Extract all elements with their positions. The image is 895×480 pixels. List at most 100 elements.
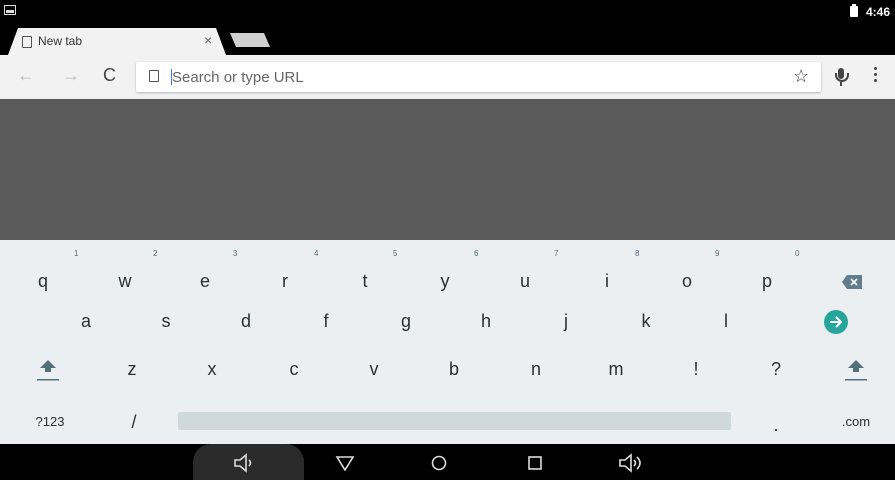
- key-o[interactable]: o: [662, 262, 712, 300]
- tab-title: New tab: [38, 34, 83, 48]
- go-arrow-icon: [824, 310, 848, 335]
- key-label: .com: [841, 414, 871, 429]
- key-label: a: [80, 311, 91, 331]
- home-icon[interactable]: [430, 454, 448, 472]
- enter-key[interactable]: [812, 302, 860, 340]
- page-content: [0, 99, 895, 240]
- key-slash[interactable]: /: [110, 403, 158, 441]
- key-j[interactable]: j: [542, 302, 590, 340]
- omnibox[interactable]: ☆: [136, 62, 849, 92]
- key-label: m: [608, 359, 624, 379]
- tab-strip: New tab ×: [0, 24, 895, 55]
- forward-arrow-icon[interactable]: →: [62, 65, 80, 86]
- key-u[interactable]: u: [500, 262, 550, 300]
- key-label: f: [323, 311, 329, 331]
- key-v[interactable]: v: [350, 350, 398, 388]
- key-label: j: [564, 311, 568, 331]
- recents-icon[interactable]: [527, 455, 543, 471]
- key-t[interactable]: t: [340, 262, 390, 300]
- key-b[interactable]: b: [430, 350, 478, 388]
- key-y[interactable]: y: [420, 262, 470, 300]
- tab-close-icon[interactable]: ×: [204, 32, 212, 48]
- key-hint: 7: [554, 249, 559, 258]
- key-e[interactable]: e: [180, 262, 230, 300]
- battery-icon: [850, 4, 858, 17]
- key-q[interactable]: q: [18, 262, 68, 300]
- key-question[interactable]: ?: [752, 350, 800, 388]
- browser-toolbar: ← → C ☆: [0, 55, 895, 99]
- key-label: v: [369, 359, 379, 379]
- key-label: /: [131, 412, 137, 432]
- shift-icon: [37, 360, 59, 381]
- page-icon: [149, 70, 159, 82]
- microphone-icon[interactable]: [833, 68, 849, 86]
- key-label: o: [681, 271, 692, 291]
- key-hint: 2: [153, 249, 158, 258]
- volume-down-icon[interactable]: [233, 453, 257, 473]
- key-n[interactable]: n: [512, 350, 560, 388]
- key-w[interactable]: w: [100, 262, 150, 300]
- key-label: d: [240, 311, 251, 331]
- key-label: ?: [770, 359, 781, 379]
- backspace-key[interactable]: [824, 262, 880, 300]
- key-label: n: [530, 359, 541, 379]
- key-m[interactable]: m: [592, 350, 640, 388]
- key-label: b: [448, 359, 459, 379]
- key-h[interactable]: h: [462, 302, 510, 340]
- volume-up-icon[interactable]: [618, 453, 646, 473]
- bookmark-star-icon[interactable]: ☆: [793, 66, 809, 87]
- key-label: e: [199, 271, 210, 291]
- key-label: w: [118, 271, 132, 291]
- key-l[interactable]: l: [702, 302, 750, 340]
- key-label: s: [161, 311, 171, 331]
- key-label: t: [362, 271, 368, 291]
- key-k[interactable]: k: [622, 302, 670, 340]
- image-notification-icon: [4, 5, 16, 15]
- key-label: c: [289, 359, 299, 379]
- key-label: z: [127, 359, 137, 379]
- page-icon: [22, 36, 32, 48]
- key-x[interactable]: x: [188, 350, 236, 388]
- tab-new-tab[interactable]: New tab ×: [8, 28, 226, 55]
- key-i[interactable]: i: [582, 262, 632, 300]
- key-label: !: [693, 359, 699, 379]
- url-input[interactable]: [172, 67, 732, 87]
- key-label: r: [282, 271, 288, 291]
- key-label: p: [761, 271, 772, 291]
- symbols-key[interactable]: ?123: [22, 403, 78, 441]
- key-r[interactable]: r: [260, 262, 310, 300]
- key-label: i: [605, 271, 609, 291]
- key-hint: 3: [233, 249, 238, 258]
- key-p[interactable]: p: [742, 262, 792, 300]
- key-hint: 5: [393, 249, 398, 258]
- overflow-menu-icon[interactable]: [874, 67, 878, 87]
- key-hint: 6: [474, 249, 479, 258]
- status-bar: 4:46: [0, 0, 895, 24]
- key-exclamation[interactable]: !: [672, 350, 720, 388]
- key-s[interactable]: s: [142, 302, 190, 340]
- soft-keyboard: q 1 w 2 e 3 r 4 t 5 y 6 u 7 i 8 o 9 p 0 …: [0, 240, 895, 444]
- key-z[interactable]: z: [108, 350, 156, 388]
- key-hint: 9: [715, 249, 720, 258]
- key-f[interactable]: f: [302, 302, 350, 340]
- key-period[interactable]: .: [752, 406, 800, 444]
- clock: 4:46: [866, 5, 891, 19]
- key-label: l: [724, 311, 728, 331]
- key-d[interactable]: d: [222, 302, 270, 340]
- reload-icon[interactable]: C: [103, 65, 116, 86]
- shift-key-left[interactable]: [24, 350, 72, 388]
- key-a[interactable]: a: [62, 302, 110, 340]
- back-arrow-icon[interactable]: ←: [17, 65, 35, 86]
- key-c[interactable]: c: [270, 350, 318, 388]
- key-label: g: [400, 311, 411, 331]
- key-label: h: [480, 311, 491, 331]
- shift-key-right[interactable]: [832, 350, 880, 388]
- back-icon[interactable]: [335, 455, 355, 471]
- space-bar[interactable]: [178, 412, 731, 430]
- dotcom-key[interactable]: .com: [828, 403, 884, 441]
- key-g[interactable]: g: [382, 302, 430, 340]
- key-label: k: [641, 311, 651, 331]
- key-label: .: [773, 415, 779, 435]
- key-hint: 8: [635, 249, 640, 258]
- new-tab-button[interactable]: [230, 33, 270, 47]
